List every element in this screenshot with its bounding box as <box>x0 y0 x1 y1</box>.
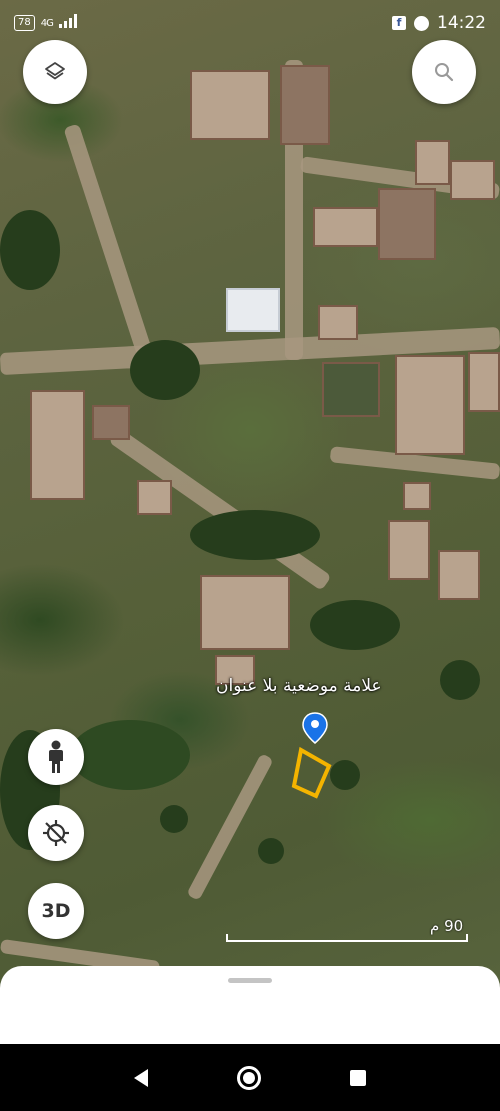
facebook-icon: f <box>392 16 406 30</box>
layers-button[interactable] <box>23 40 87 104</box>
search-icon <box>435 63 454 82</box>
recents-icon[interactable] <box>349 1069 366 1086</box>
signal-label: 4G <box>40 17 54 29</box>
bottom-sheet[interactable] <box>0 966 500 1046</box>
location-off-icon <box>43 820 69 846</box>
system-navigation-bar <box>0 1044 500 1111</box>
layers-icon <box>45 62 65 80</box>
pegman-icon <box>49 740 63 773</box>
location-pin-icon[interactable] <box>302 712 328 744</box>
status-bar: 78 4G f 14:22 <box>0 0 500 46</box>
3d-toggle-button[interactable]: 3D <box>28 883 84 939</box>
sheet-drag-handle[interactable] <box>228 978 272 983</box>
street-view-button[interactable] <box>28 729 84 785</box>
signal-icon <box>58 13 79 33</box>
search-button[interactable] <box>412 40 476 104</box>
battery-indicator: 78 <box>14 15 35 31</box>
scale-bar <box>226 934 468 942</box>
scale-label: 90 م <box>430 917 464 935</box>
my-location-button[interactable] <box>28 805 84 861</box>
back-icon[interactable] <box>134 1068 149 1087</box>
place-label[interactable]: علامة موضعية بلا عنوان <box>216 676 382 696</box>
home-icon[interactable] <box>236 1065 261 1090</box>
clock: 14:22 <box>437 13 486 33</box>
messenger-icon <box>414 15 429 31</box>
